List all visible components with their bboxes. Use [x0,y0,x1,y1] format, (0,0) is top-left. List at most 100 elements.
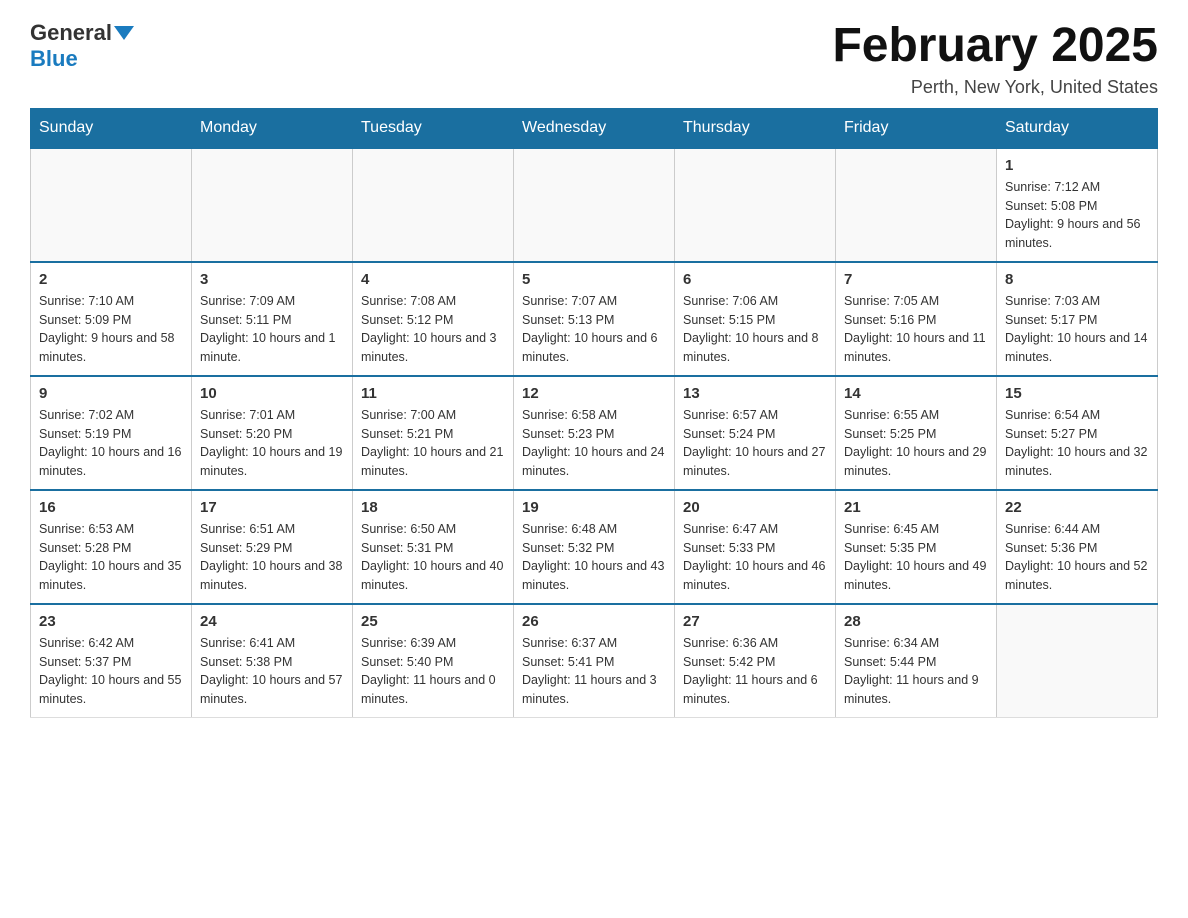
logo-general-text: General [30,20,112,46]
day-number: 11 [361,385,505,402]
month-title: February 2025 [832,20,1158,73]
calendar-table: SundayMondayTuesdayWednesdayThursdayFrid… [30,108,1158,718]
week-row-4: 16 Sunrise: 6:53 AM Sunset: 5:28 PM Dayli… [31,490,1158,604]
calendar-cell: 1 Sunrise: 7:12 AM Sunset: 5:08 PM Daylig… [997,148,1158,262]
calendar-cell: 4 Sunrise: 7:08 AM Sunset: 5:12 PM Daylig… [353,262,514,376]
week-row-2: 2Sunrise: 7:10 AM Sunset: 5:09 PM Daylig… [31,262,1158,376]
day-number: 19 [522,499,666,516]
day-info: Sunrise: 7:02 AM Sunset: 5:19 PM Dayligh… [39,406,183,481]
week-row-5: 23Sunrise: 6:42 AM Sunset: 5:37 PM Dayli… [31,604,1158,718]
day-info: Sunrise: 7:00 AM Sunset: 5:21 PM Dayligh… [361,406,505,481]
calendar-cell: 27 Sunrise: 6:36 AM Sunset: 5:42 PM Dayli… [675,604,836,718]
calendar-cell: 8 Sunrise: 7:03 AM Sunset: 5:17 PM Daylig… [997,262,1158,376]
day-of-week-wednesday: Wednesday [514,108,675,148]
day-number: 10 [200,385,344,402]
day-number: 24 [200,613,344,630]
day-number: 22 [1005,499,1149,516]
day-info: Sunrise: 6:47 AM Sunset: 5:33 PM Dayligh… [683,520,827,595]
calendar-cell [192,148,353,262]
day-info: Sunrise: 6:34 AM Sunset: 5:44 PM Dayligh… [844,634,988,709]
day-number: 13 [683,385,827,402]
day-info: Sunrise: 7:01 AM Sunset: 5:20 PM Dayligh… [200,406,344,481]
day-number: 1 [1005,157,1149,174]
day-info: Sunrise: 7:07 AM Sunset: 5:13 PM Dayligh… [522,292,666,367]
calendar-cell: 20 Sunrise: 6:47 AM Sunset: 5:33 PM Dayli… [675,490,836,604]
day-number: 7 [844,271,988,288]
calendar-cell [997,604,1158,718]
day-info: Sunrise: 7:10 AM Sunset: 5:09 PM Dayligh… [39,292,183,367]
day-number: 21 [844,499,988,516]
calendar-cell: 16 Sunrise: 6:53 AM Sunset: 5:28 PM Dayli… [31,490,192,604]
day-of-week-tuesday: Tuesday [353,108,514,148]
calendar-cell: 3Sunrise: 7:09 AM Sunset: 5:11 PM Daylig… [192,262,353,376]
day-number: 12 [522,385,666,402]
day-info: Sunrise: 6:48 AM Sunset: 5:32 PM Dayligh… [522,520,666,595]
day-info: Sunrise: 7:12 AM Sunset: 5:08 PM Dayligh… [1005,178,1149,253]
day-info: Sunrise: 6:53 AM Sunset: 5:28 PM Dayligh… [39,520,183,595]
day-number: 9 [39,385,183,402]
calendar-cell: 12 Sunrise: 6:58 AM Sunset: 5:23 PM Dayli… [514,376,675,490]
day-info: Sunrise: 6:37 AM Sunset: 5:41 PM Dayligh… [522,634,666,709]
day-of-week-sunday: Sunday [31,108,192,148]
day-number: 27 [683,613,827,630]
page-header: General Blue February 2025 Perth, New Yo… [30,20,1158,98]
day-info: Sunrise: 6:50 AM Sunset: 5:31 PM Dayligh… [361,520,505,595]
calendar-cell: 5Sunrise: 7:07 AM Sunset: 5:13 PM Daylig… [514,262,675,376]
calendar-cell [836,148,997,262]
days-of-week-row: SundayMondayTuesdayWednesdayThursdayFrid… [31,108,1158,148]
week-row-1: 1 Sunrise: 7:12 AM Sunset: 5:08 PM Daylig… [31,148,1158,262]
logo-blue-text: Blue [30,46,78,71]
calendar-cell: 6Sunrise: 7:06 AM Sunset: 5:15 PM Daylig… [675,262,836,376]
logo: General Blue [30,20,136,72]
day-number: 8 [1005,271,1149,288]
day-number: 20 [683,499,827,516]
day-number: 18 [361,499,505,516]
day-of-week-monday: Monday [192,108,353,148]
title-section: February 2025 Perth, New York, United St… [832,20,1158,98]
calendar-cell: 14 Sunrise: 6:55 AM Sunset: 5:25 PM Dayli… [836,376,997,490]
day-info: Sunrise: 6:42 AM Sunset: 5:37 PM Dayligh… [39,634,183,709]
calendar-body: 1 Sunrise: 7:12 AM Sunset: 5:08 PM Daylig… [31,148,1158,718]
calendar-cell [514,148,675,262]
day-info: Sunrise: 6:51 AM Sunset: 5:29 PM Dayligh… [200,520,344,595]
day-number: 3 [200,271,344,288]
day-number: 4 [361,271,505,288]
day-info: Sunrise: 6:44 AM Sunset: 5:36 PM Dayligh… [1005,520,1149,595]
day-info: Sunrise: 7:08 AM Sunset: 5:12 PM Dayligh… [361,292,505,367]
calendar-header: SundayMondayTuesdayWednesdayThursdayFrid… [31,108,1158,148]
calendar-cell: 24 Sunrise: 6:41 AM Sunset: 5:38 PM Dayli… [192,604,353,718]
day-info: Sunrise: 6:57 AM Sunset: 5:24 PM Dayligh… [683,406,827,481]
calendar-cell: 19 Sunrise: 6:48 AM Sunset: 5:32 PM Dayli… [514,490,675,604]
calendar-cell [675,148,836,262]
day-info: Sunrise: 6:58 AM Sunset: 5:23 PM Dayligh… [522,406,666,481]
calendar-cell: 2Sunrise: 7:10 AM Sunset: 5:09 PM Daylig… [31,262,192,376]
calendar-cell: 17 Sunrise: 6:51 AM Sunset: 5:29 PM Dayli… [192,490,353,604]
week-row-3: 9 Sunrise: 7:02 AM Sunset: 5:19 PM Daylig… [31,376,1158,490]
day-info: Sunrise: 6:36 AM Sunset: 5:42 PM Dayligh… [683,634,827,709]
calendar-cell: 13 Sunrise: 6:57 AM Sunset: 5:24 PM Dayli… [675,376,836,490]
calendar-cell [31,148,192,262]
day-number: 26 [522,613,666,630]
day-number: 28 [844,613,988,630]
day-info: Sunrise: 6:54 AM Sunset: 5:27 PM Dayligh… [1005,406,1149,481]
calendar-cell: 10 Sunrise: 7:01 AM Sunset: 5:20 PM Dayli… [192,376,353,490]
day-number: 6 [683,271,827,288]
day-number: 16 [39,499,183,516]
day-number: 14 [844,385,988,402]
calendar-cell: 15Sunrise: 6:54 AM Sunset: 5:27 PM Dayli… [997,376,1158,490]
calendar-cell: 7 Sunrise: 7:05 AM Sunset: 5:16 PM Daylig… [836,262,997,376]
calendar-cell: 21 Sunrise: 6:45 AM Sunset: 5:35 PM Dayli… [836,490,997,604]
calendar-cell [353,148,514,262]
day-info: Sunrise: 6:41 AM Sunset: 5:38 PM Dayligh… [200,634,344,709]
calendar-cell: 25Sunrise: 6:39 AM Sunset: 5:40 PM Dayli… [353,604,514,718]
logo-arrow-icon [114,26,134,40]
day-of-week-thursday: Thursday [675,108,836,148]
calendar-cell: 22 Sunrise: 6:44 AM Sunset: 5:36 PM Dayli… [997,490,1158,604]
day-number: 25 [361,613,505,630]
day-info: Sunrise: 6:55 AM Sunset: 5:25 PM Dayligh… [844,406,988,481]
day-number: 17 [200,499,344,516]
calendar-cell: 23Sunrise: 6:42 AM Sunset: 5:37 PM Dayli… [31,604,192,718]
day-info: Sunrise: 7:05 AM Sunset: 5:16 PM Dayligh… [844,292,988,367]
day-info: Sunrise: 6:45 AM Sunset: 5:35 PM Dayligh… [844,520,988,595]
day-info: Sunrise: 7:03 AM Sunset: 5:17 PM Dayligh… [1005,292,1149,367]
